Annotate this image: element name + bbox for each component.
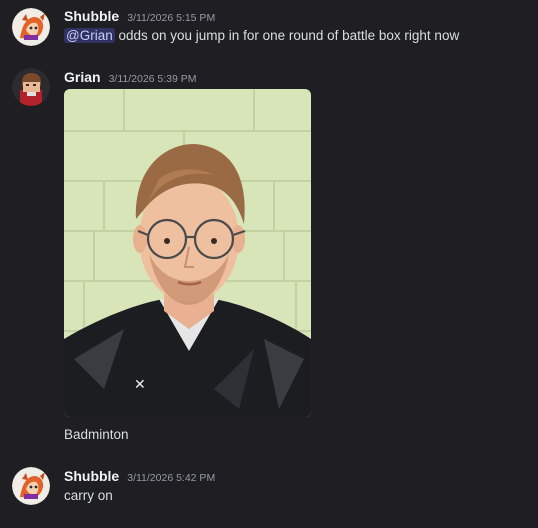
- message-text: carry on: [64, 488, 113, 503]
- message-text: odds on you jump in for one round of bat…: [118, 28, 460, 43]
- message-content: @Grian odds on you jump in for one round…: [64, 28, 459, 43]
- user-mention[interactable]: @Grian: [64, 28, 115, 43]
- timestamp: 3/11/2026 5:42 PM: [127, 472, 216, 484]
- message-3: Shubble 3/11/2026 5:42 PM carry on: [0, 460, 538, 528]
- grian-avatar[interactable]: [12, 68, 50, 106]
- author-name[interactable]: Shubble: [64, 468, 119, 484]
- image-caption: Badminton: [64, 427, 129, 442]
- image-attachment[interactable]: ✕: [64, 89, 311, 417]
- timestamp: 3/11/2026 5:39 PM: [108, 73, 197, 85]
- message-1: Shubble 3/11/2026 5:15 PM @Grian odds on…: [0, 0, 538, 60]
- shubble-avatar[interactable]: [12, 8, 50, 46]
- svg-text:✕: ✕: [134, 377, 146, 393]
- timestamp: 3/11/2026 5:15 PM: [127, 12, 216, 24]
- author-name[interactable]: Grian: [64, 69, 101, 85]
- author-name[interactable]: Shubble: [64, 8, 119, 24]
- shubble-avatar[interactable]: [12, 467, 50, 505]
